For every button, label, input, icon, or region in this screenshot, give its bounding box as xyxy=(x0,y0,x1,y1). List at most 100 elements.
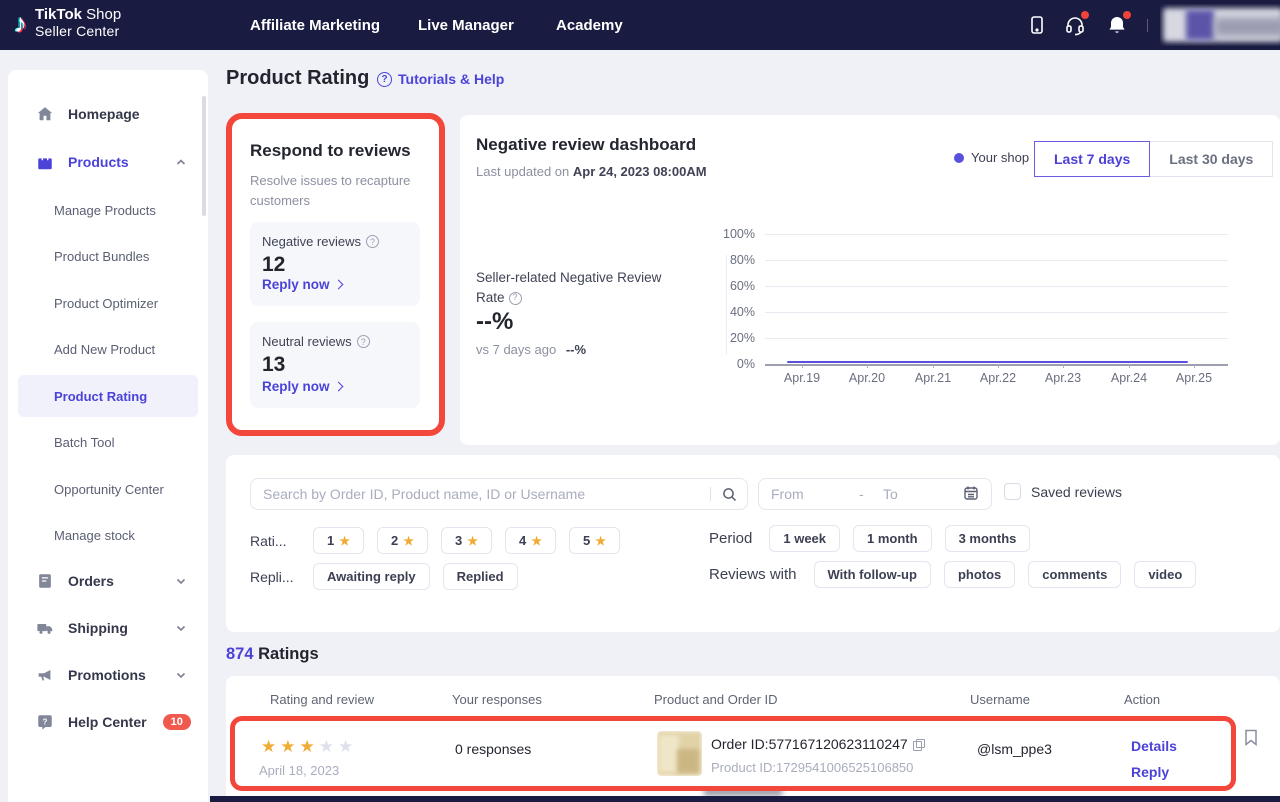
logo-text: TikTok Shop Seller Center xyxy=(35,7,121,39)
last-30-days-button[interactable]: Last 30 days xyxy=(1149,141,1273,177)
video-button[interactable]: video xyxy=(1134,561,1196,588)
tutorials-help-link[interactable]: ? Tutorials & Help xyxy=(377,71,504,87)
seller-negative-rate-value: --% xyxy=(476,308,513,336)
tiktok-shop-logo[interactable]: ♪ TikTok Shop Seller Center xyxy=(14,7,121,39)
y-tick-0: 0% xyxy=(715,357,755,371)
rating-4-star-button[interactable]: 4 xyxy=(505,527,556,554)
copy-icon[interactable] xyxy=(913,739,924,750)
order-id-text: Order ID:577167120623110247 xyxy=(711,736,908,752)
mobile-app-icon[interactable] xyxy=(1026,14,1048,36)
reply-now-label: Reply now xyxy=(262,277,330,292)
sidebar-sub-manage-stock[interactable]: Manage stock xyxy=(8,522,208,548)
comments-button[interactable]: comments xyxy=(1028,561,1121,588)
period-filter-row: Period 1 week 1 month 3 months xyxy=(709,525,1030,552)
logo-title-bold: TikTok xyxy=(35,6,82,23)
sidebar-sub-product-bundles[interactable]: Product Bundles xyxy=(8,243,208,269)
sidebar-sub-opportunity-center[interactable]: Opportunity Center xyxy=(8,476,208,502)
sidebar-sub-product-optimizer[interactable]: Product Optimizer xyxy=(8,290,208,316)
chevron-right-icon xyxy=(333,382,343,392)
replied-filter-row: Repli... Awaiting reply Replied xyxy=(250,563,518,590)
saved-reviews-filter: Saved reviews xyxy=(1004,483,1122,500)
date-from-placeholder: From xyxy=(771,486,859,502)
info-icon[interactable]: ? xyxy=(509,292,522,305)
updated-value: Apr 24, 2023 08:00AM xyxy=(573,164,707,179)
filters-card: From - To Saved reviews Rati... 1 2 3 4 … xyxy=(226,455,1280,632)
x-tick-apr24: Apr.24 xyxy=(1099,371,1159,385)
sidebar-item-promotions[interactable]: Promotions xyxy=(8,661,208,689)
sidebar-item-products[interactable]: Products xyxy=(8,148,208,176)
rating-2-star-button[interactable]: 2 xyxy=(377,527,428,554)
gridline xyxy=(765,234,1228,235)
last-7-days-button[interactable]: Last 7 days xyxy=(1034,141,1150,177)
rating-number: 2 xyxy=(391,533,398,548)
account-menu-blurred[interactable] xyxy=(1160,4,1280,46)
reply-link[interactable]: Reply xyxy=(1131,764,1169,780)
period-1-week-button[interactable]: 1 week xyxy=(769,525,840,552)
sidebar-sub-manage-products[interactable]: Manage Products xyxy=(8,197,208,223)
x-tick-apr19: Apr.19 xyxy=(772,371,832,385)
star-filled-icon xyxy=(300,737,315,757)
nav-academy[interactable]: Academy xyxy=(556,0,623,50)
chevron-up-icon xyxy=(176,157,186,167)
star-icon xyxy=(595,535,606,547)
legend-label: Your shop xyxy=(971,150,1029,165)
star-icon xyxy=(467,535,478,547)
sidebar-sub-product-rating[interactable]: Product Rating xyxy=(18,375,198,417)
bookmark-icon[interactable] xyxy=(1244,729,1258,746)
sidebar-item-label: Orders xyxy=(68,573,114,589)
replied-button[interactable]: Replied xyxy=(443,563,518,590)
saved-reviews-label: Saved reviews xyxy=(1031,484,1122,500)
tiktok-note-icon: ♪ xyxy=(14,10,27,36)
info-icon[interactable]: ? xyxy=(366,235,379,248)
star-icon xyxy=(339,535,350,547)
y-tick-20: 20% xyxy=(715,331,755,345)
respond-card-title: Respond to reviews xyxy=(250,141,411,161)
x-tick-apr21: Apr.21 xyxy=(903,371,963,385)
logo-subtitle: Seller Center xyxy=(35,24,121,39)
x-tick-apr25: Apr.25 xyxy=(1164,371,1224,385)
shopping-bag-icon xyxy=(36,153,54,171)
nav-live-manager[interactable]: Live Manager xyxy=(418,0,514,50)
info-icon[interactable]: ? xyxy=(357,335,370,348)
negative-reviews-stat-card: Negative reviews ? 12 Reply now xyxy=(250,222,420,306)
updated-prefix: Last updated on xyxy=(476,164,569,179)
column-rating-and-review: Rating and review xyxy=(270,692,374,707)
chevron-right-icon xyxy=(333,280,343,290)
saved-reviews-checkbox[interactable] xyxy=(1004,483,1021,500)
column-action: Action xyxy=(1124,692,1160,707)
nav-affiliate-marketing[interactable]: Affiliate Marketing xyxy=(250,0,380,50)
with-follow-up-button[interactable]: With follow-up xyxy=(814,561,931,588)
column-username: Username xyxy=(970,692,1030,707)
product-thumbnail[interactable] xyxy=(657,731,702,776)
sidebar-item-orders[interactable]: Orders xyxy=(8,567,208,595)
sidebar-item-shipping[interactable]: Shipping xyxy=(8,614,208,642)
date-range-toggle: Last 7 days Last 30 days xyxy=(1034,141,1273,177)
sidebar-sub-add-new-product[interactable]: Add New Product xyxy=(8,336,208,362)
neutral-reviews-stat-card: Neutral reviews ? 13 Reply now xyxy=(250,322,420,408)
respond-to-reviews-card-highlight: Respond to reviews Resolve issues to rec… xyxy=(226,113,445,436)
sidebar-sub-batch-tool[interactable]: Batch Tool xyxy=(8,429,208,455)
period-3-months-button[interactable]: 3 months xyxy=(945,525,1031,552)
date-range-picker[interactable]: From - To xyxy=(758,478,992,510)
neutral-reply-now-link[interactable]: Reply now xyxy=(262,379,342,394)
negative-review-dashboard-card: Negative review dashboard Last updated o… xyxy=(460,115,1280,445)
chevron-down-icon xyxy=(176,576,186,586)
period-1-month-button[interactable]: 1 month xyxy=(853,525,932,552)
sidebar-item-label: Homepage xyxy=(68,106,140,122)
search-icon[interactable] xyxy=(711,487,747,502)
rating-3-star-button[interactable]: 3 xyxy=(441,527,492,554)
photos-button[interactable]: photos xyxy=(944,561,1015,588)
y-tick-40: 40% xyxy=(715,305,755,319)
rating-5-star-button[interactable]: 5 xyxy=(569,527,620,554)
negative-reply-now-link[interactable]: Reply now xyxy=(262,277,342,292)
stat-label-text: Seller-related Negative Review Rate xyxy=(476,270,661,305)
topbar-divider xyxy=(1147,19,1148,32)
rating-number: 4 xyxy=(519,533,526,548)
rating-1-star-button[interactable]: 1 xyxy=(313,527,364,554)
sidebar-item-help-center[interactable]: ? Help Center 10 xyxy=(8,708,208,736)
sidebar-item-homepage[interactable]: Homepage xyxy=(8,100,208,128)
details-link[interactable]: Details xyxy=(1131,738,1177,754)
calendar-icon xyxy=(963,485,979,504)
search-input[interactable] xyxy=(251,486,710,502)
awaiting-reply-button[interactable]: Awaiting reply xyxy=(313,563,430,590)
